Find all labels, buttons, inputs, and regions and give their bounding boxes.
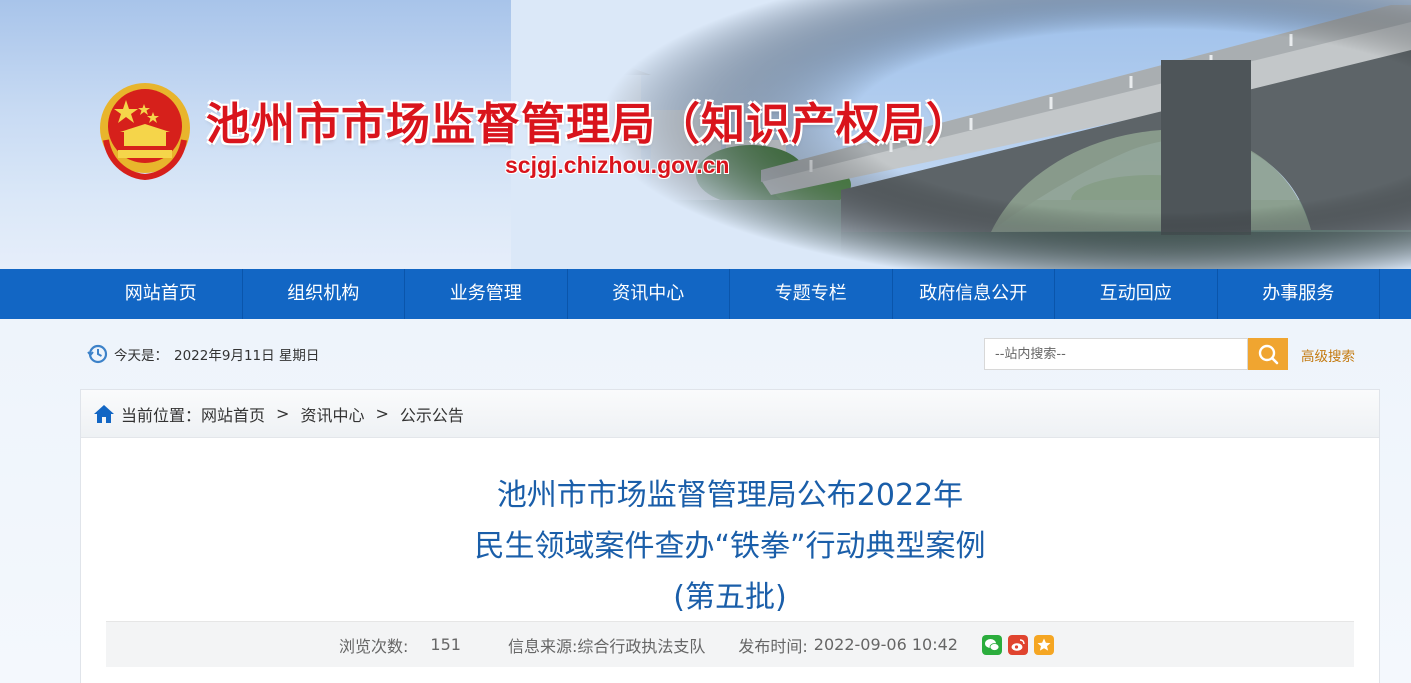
today-date: 今天是： 2022年9月11日 星期日 xyxy=(86,343,319,365)
article-title-line-3: (第五批) xyxy=(673,580,787,615)
today-label: 今天是： xyxy=(114,348,168,364)
search-icon xyxy=(1258,344,1279,365)
wechat-icon[interactable] xyxy=(981,634,1002,655)
site-title: 池州市市场监督管理局（知识产权局） xyxy=(206,99,971,150)
share-buttons xyxy=(981,634,1054,655)
nav-item-services[interactable]: 办事服务 xyxy=(1218,269,1380,319)
search-button[interactable] xyxy=(1248,338,1288,370)
breadcrumb-home[interactable]: 网站首页 xyxy=(201,402,265,426)
article-panel: 当前位置： 网站首页 > 资讯中心 > 公示公告 池州市市场监督管理局公布202… xyxy=(80,389,1380,683)
nav-item-news-center[interactable]: 资讯中心 xyxy=(568,269,730,319)
views-label: 浏览次数: xyxy=(339,636,409,656)
breadcrumb-prefix: 当前位置： xyxy=(121,405,202,425)
weibo-icon[interactable] xyxy=(1007,634,1028,655)
article-title-line-1: 池州市市场监督管理局公布2022年 xyxy=(496,478,964,513)
publish-time-label: 发布时间: xyxy=(738,636,808,656)
article-title-line-2: 民生领域案件查办“铁拳”行动典型案例 xyxy=(474,529,986,564)
breadcrumb-announcements[interactable]: 公示公告 xyxy=(400,402,464,426)
breadcrumb-news-center[interactable]: 资讯中心 xyxy=(300,402,364,426)
nav-item-special-topics[interactable]: 专题专栏 xyxy=(730,269,893,319)
nav-item-organization[interactable]: 组织机构 xyxy=(243,269,405,319)
today-value: 2022年9月11日 星期日 xyxy=(174,348,320,364)
nav-item-business[interactable]: 业务管理 xyxy=(405,269,568,319)
clock-icon xyxy=(87,344,108,364)
article-meta-bar: 浏览次数: 151 信息来源: 综合行政执法支队 发布时间: 2022-09-0… xyxy=(106,621,1354,667)
favorite-star-icon[interactable] xyxy=(1033,634,1054,655)
breadcrumb-separator: > xyxy=(375,404,389,423)
nav-item-interaction[interactable]: 互动回应 xyxy=(1055,269,1218,319)
breadcrumb-separator: > xyxy=(276,404,290,423)
nav-item-gov-info[interactable]: 政府信息公开 xyxy=(893,269,1055,319)
advanced-search-link[interactable]: 高级搜索 xyxy=(1301,345,1355,365)
site-url: scjgj.chizhou.gov.cn xyxy=(505,152,730,178)
site-search-input[interactable] xyxy=(984,338,1248,370)
breadcrumb: 当前位置： 网站首页 > 资讯中心 > 公示公告 xyxy=(81,390,1379,438)
home-icon xyxy=(94,404,114,423)
site-banner: 池州市市场监督管理局（知识产权局） scjgj.chizhou.gov.cn xyxy=(0,0,1411,269)
source-value: 综合行政执法支队 xyxy=(577,636,706,656)
views-count: 151 xyxy=(430,635,461,654)
nav-item-home[interactable]: 网站首页 xyxy=(80,269,243,319)
publish-time-value: 2022-09-06 10:42 xyxy=(813,635,958,654)
main-nav: 网站首页 组织机构 业务管理 资讯中心 专题专栏 政府信息公开 互动回应 办事服… xyxy=(0,269,1411,319)
source-label: 信息来源: xyxy=(507,636,578,656)
national-emblem-icon xyxy=(100,83,190,180)
